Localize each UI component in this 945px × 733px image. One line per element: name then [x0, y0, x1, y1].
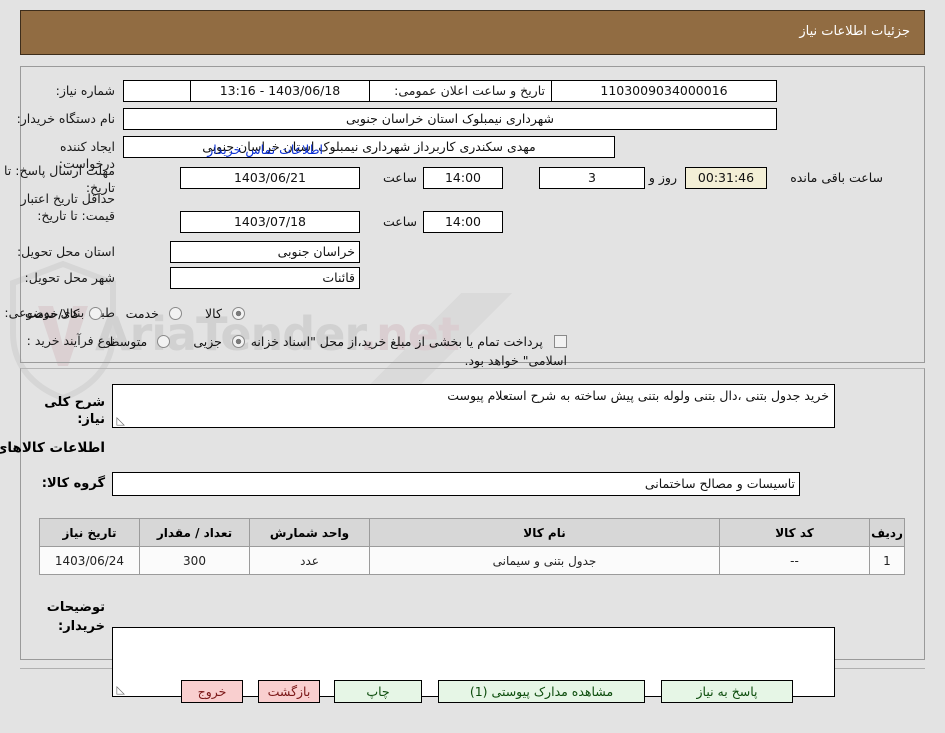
province-field[interactable]: خراسان جنوبی — [170, 241, 360, 263]
col-need-date: تاریخ نیاز — [39, 518, 140, 547]
table-row: 1 -- جدول بتنی و سیمانی عدد 300 1403/06/… — [39, 546, 905, 575]
city-field[interactable]: قائنات — [170, 267, 360, 289]
respond-to-need-button[interactable]: پاسخ به نیاز — [661, 680, 793, 703]
city-label: شهر محل تحویل: — [24, 270, 115, 285]
resize-grip-icon[interactable]: ◺ — [115, 415, 125, 426]
cell-row-no: 1 — [869, 546, 905, 575]
table-header-row: ردیف کد کالا نام کالا واحد شمارش تعداد /… — [39, 518, 905, 547]
view-attachments-button[interactable]: مشاهده مدارک پیوستی (1) — [438, 680, 645, 703]
radio-category-2[interactable] — [89, 307, 103, 320]
page-title: جزئیات اطلاعات نیاز — [799, 24, 910, 39]
col-name: نام کالا — [369, 518, 720, 547]
buyer-contact-link[interactable]: اطلاعات تماس خریدار — [207, 139, 323, 158]
radio-category-0-label: کالا — [205, 306, 222, 321]
price-validity-hour-field[interactable]: 14:00 — [423, 211, 503, 233]
resize-grip-icon-notes[interactable]: ◺ — [115, 684, 125, 695]
col-code: کد کالا — [719, 518, 870, 547]
need-desc-label: شرح کلی نیاز: — [44, 395, 105, 427]
cell-unit: عدد — [249, 546, 370, 575]
back-button[interactable]: بازگشت — [258, 680, 320, 703]
cell-need-date: 1403/06/24 — [39, 546, 140, 575]
treasury-note: پرداخت تمام یا بخشی از مبلغ خرید،از محل … — [207, 331, 567, 368]
cell-code: -- — [719, 546, 870, 575]
category-radio-group: کالا خدمت کالا/خدمت — [0, 303, 245, 321]
deadline-date-field[interactable]: 1403/06/21 — [180, 167, 360, 189]
exit-button[interactable]: خروج — [181, 680, 243, 703]
radio-category-0[interactable] — [232, 307, 245, 320]
print-button[interactable]: چاپ — [334, 680, 422, 703]
col-unit: واحد شمارش — [249, 518, 370, 547]
radio-process-1[interactable] — [157, 335, 171, 348]
col-row-no: ردیف — [869, 518, 905, 547]
need-desc-value: خرید جدول بتنی ،دال بتنی ولوله بتنی پیش … — [447, 388, 829, 403]
treasury-checkbox[interactable] — [554, 335, 567, 348]
goods-section-title: اطلاعات کالاهای مورد نیاز — [0, 440, 105, 456]
price-validity-hour-label: ساعت — [382, 214, 417, 229]
province-label: استان محل تحویل: — [16, 244, 115, 259]
goods-table: ردیف کد کالا نام کالا واحد شمارش تعداد /… — [39, 518, 905, 575]
goods-group-field[interactable]: تاسیسات و مصالح ساختمانی — [112, 472, 800, 496]
price-validity-label: حداقل تاریخ اعتبار قیمت: تا تاریخ: — [20, 191, 115, 223]
public-announce-label: تاریخ و ساعت اعلان عمومی: — [394, 83, 545, 98]
buyer-org-label: نام دستگاه خریدار: — [16, 111, 115, 126]
remaining-days-label: روز و — [648, 170, 677, 185]
remaining-days-field: 3 — [539, 167, 645, 189]
buyer-notes-label: توضیحات خریدار: — [46, 600, 105, 634]
radio-category-1-label: خدمت — [125, 306, 159, 321]
deadline-hour-label: ساعت — [382, 170, 417, 185]
radio-process-1-label: متوسط — [107, 334, 148, 349]
price-validity-date-field[interactable]: 1403/07/18 — [180, 211, 360, 233]
cell-qty: 300 — [139, 546, 250, 575]
requester-field[interactable]: مهدی سکندری کاربرداز شهرداری نیمبلوک است… — [123, 136, 615, 158]
need-desc-textarea[interactable]: خرید جدول بتنی ،دال بتنی ولوله بتنی پیش … — [112, 384, 835, 428]
countdown-timer: 00:31:46 — [685, 167, 767, 189]
deadline-hour-field[interactable]: 14:00 — [423, 167, 503, 189]
cell-name: جدول بتنی و سیمانی — [369, 546, 720, 575]
radio-category-2-label: کالا/خدمت — [25, 306, 80, 321]
goods-group-label: گروه کالا: — [41, 476, 105, 491]
radio-category-1[interactable] — [168, 307, 182, 320]
need-number-field[interactable]: 1103009034000016 — [551, 80, 777, 102]
need-number-label: شماره نیاز: — [55, 83, 115, 98]
col-qty: تعداد / مقدار — [139, 518, 250, 547]
window-title-bar: جزئیات اطلاعات نیاز — [20, 10, 925, 55]
buyer-org-field[interactable]: شهرداری نیمبلوک استان خراسان جنوبی — [123, 108, 777, 130]
remaining-timer-label: ساعت باقی مانده — [790, 170, 883, 185]
public-announce-field[interactable]: 1403/06/18 - 13:16 — [190, 80, 370, 102]
goods-table-wrapper: ردیف کد کالا نام کالا واحد شمارش تعداد /… — [39, 518, 905, 575]
